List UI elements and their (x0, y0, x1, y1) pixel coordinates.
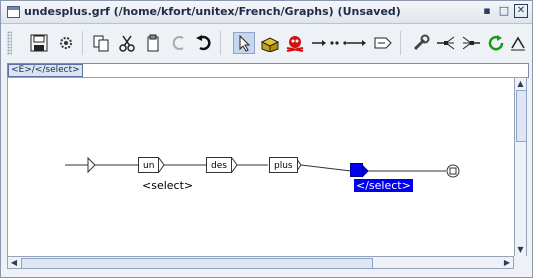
title-bar[interactable]: undesplus.grf (/home/kfort/unitex/French… (1, 1, 532, 24)
select-arrow-icon[interactable] (233, 32, 255, 54)
horizontal-scrollbar[interactable]: ◀ ▶ (7, 256, 514, 269)
output-label-close-select: </select> (354, 179, 413, 192)
editor-window: undesplus.grf (/home/kfort/unitex/French… (0, 0, 533, 278)
save-icon[interactable] (28, 32, 50, 54)
maximize-icon[interactable]: □ (497, 4, 511, 18)
compile-icon[interactable] (55, 32, 77, 54)
output-label-select: <select> (142, 179, 194, 192)
merge-icon[interactable] (460, 32, 482, 54)
selected-graph-box[interactable] (350, 163, 363, 177)
scroll-down-icon[interactable]: ▼ (515, 244, 526, 256)
paste-icon[interactable] (142, 32, 164, 54)
sort-icon[interactable] (509, 32, 527, 54)
box-content-field[interactable]: <E>/</select> (7, 63, 529, 78)
vertical-scroll-thumb[interactable] (516, 90, 527, 142)
graph-box-plus[interactable]: plus (269, 157, 298, 173)
copy-icon[interactable] (90, 32, 112, 54)
scroll-left-icon[interactable]: ◀ (8, 257, 20, 268)
cut-icon[interactable] (116, 32, 138, 54)
graph-edges (65, 156, 460, 178)
box-content-value[interactable]: <E>/</select> (8, 64, 83, 77)
scroll-right-icon[interactable]: ▶ (501, 257, 513, 268)
graph-box-des[interactable]: des (206, 157, 232, 173)
tools-icon[interactable] (410, 32, 432, 54)
output-box-icon[interactable] (372, 32, 394, 54)
graph-toolbar (1, 24, 532, 62)
graph-box-un[interactable]: un (138, 157, 160, 173)
redo-icon[interactable] (168, 32, 190, 54)
refresh-icon[interactable] (485, 32, 507, 54)
close-icon[interactable]: ✕ (514, 4, 528, 18)
vertical-scrollbar[interactable]: ▲ ▼ (514, 77, 527, 257)
connect-nodes-icon[interactable] (342, 32, 370, 54)
initial-state-node (87, 156, 96, 174)
open-box-icon[interactable] (259, 32, 281, 54)
delete-box-icon[interactable] (284, 32, 306, 54)
undo-icon[interactable] (193, 32, 215, 54)
minimize-icon[interactable]: ▪ (480, 4, 494, 18)
graph-canvas[interactable]: un des plus <select> </select> (7, 77, 515, 257)
connect-icon[interactable] (310, 32, 340, 54)
toolbar-grip[interactable] (7, 31, 12, 55)
horizontal-scroll-thumb[interactable] (21, 258, 373, 269)
scroll-up-icon[interactable]: ▲ (515, 78, 526, 90)
branch-icon[interactable] (435, 32, 457, 54)
scroll-corner (514, 256, 527, 269)
window-title: undesplus.grf (/home/kfort/unitex/French… (24, 5, 401, 18)
window-icon (7, 6, 20, 18)
